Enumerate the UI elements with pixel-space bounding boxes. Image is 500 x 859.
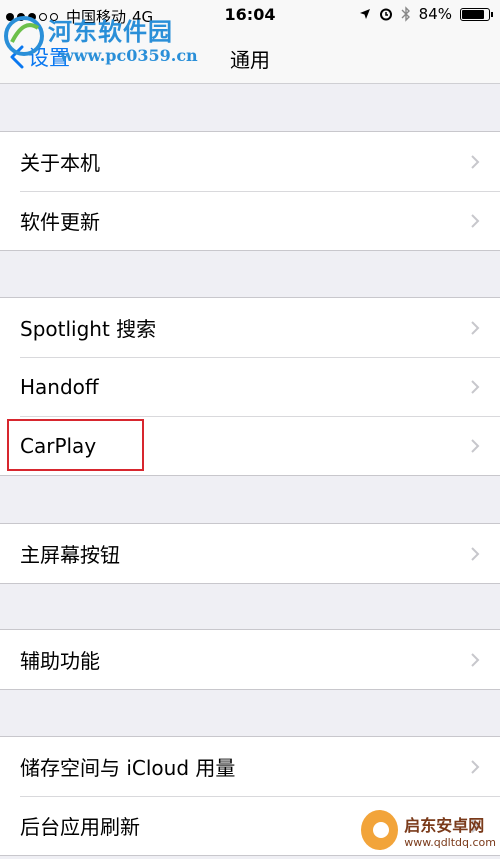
battery-icon — [460, 7, 493, 21]
battery-fill — [462, 9, 484, 19]
row-accessibility[interactable]: 辅助功能 — [0, 630, 500, 689]
alarm-icon — [379, 8, 392, 21]
row-label: 储存空间与 iCloud 用量 — [20, 756, 236, 780]
row-label: 主屏幕按钮 — [20, 543, 120, 567]
row-label: CarPlay — [20, 433, 97, 458]
row-label: Spotlight 搜索 — [20, 317, 157, 341]
settings-group-2: Spotlight 搜索 Handoff CarPlay — [0, 297, 500, 476]
status-bar: 中国移动 4G 16:04 84% — [0, 0, 500, 32]
battery-percent: 84% — [418, 5, 452, 23]
chevron-right-icon — [471, 321, 480, 335]
location-icon — [359, 9, 370, 19]
settings-group-4: 辅助功能 — [0, 629, 500, 690]
settings-group-3: 主屏幕按钮 — [0, 523, 500, 584]
row-about[interactable]: 关于本机 — [0, 132, 500, 191]
bottom-watermark: 启东安卓网 www.qdltdq.com — [361, 805, 496, 855]
chevron-right-icon — [471, 547, 480, 561]
chevron-right-icon — [471, 380, 480, 394]
row-label: 关于本机 — [20, 151, 100, 175]
chevron-right-icon — [471, 155, 480, 169]
bottom-watermark-url: www.qdltdq.com — [404, 835, 496, 849]
row-label: 软件更新 — [20, 210, 100, 234]
row-carplay[interactable]: CarPlay — [0, 416, 500, 475]
navigation-bar: 设置 通用 — [0, 32, 500, 84]
settings-group-1: 关于本机 软件更新 — [0, 131, 500, 251]
row-spotlight-search[interactable]: Spotlight 搜索 — [0, 298, 500, 357]
chevron-right-icon — [471, 760, 480, 774]
bottom-watermark-logo-icon — [361, 810, 399, 850]
row-label: 后台应用刷新 — [20, 815, 140, 839]
row-label: 辅助功能 — [20, 649, 100, 673]
row-handoff[interactable]: Handoff — [0, 357, 500, 416]
chevron-right-icon — [471, 653, 480, 667]
row-software-update[interactable]: 软件更新 — [0, 191, 500, 250]
chevron-right-icon — [471, 439, 480, 453]
row-home-button[interactable]: 主屏幕按钮 — [0, 524, 500, 583]
status-right: 84% — [359, 5, 493, 23]
row-label: Handoff — [20, 374, 99, 399]
row-storage-icloud[interactable]: 储存空间与 iCloud 用量 — [0, 737, 500, 796]
bluetooth-icon — [401, 6, 410, 22]
chevron-right-icon — [471, 214, 480, 228]
bottom-watermark-name: 启东安卓网 — [404, 815, 485, 835]
page-title: 通用 — [230, 48, 270, 72]
